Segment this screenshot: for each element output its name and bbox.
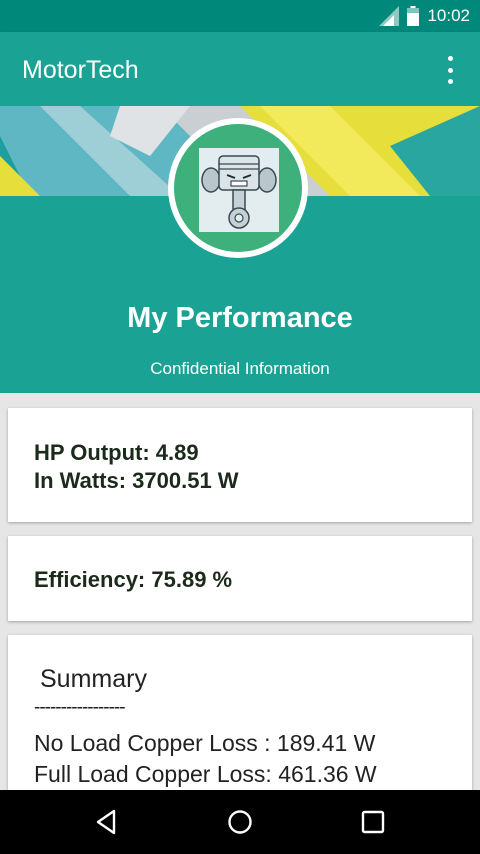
summary-divider: -----------------: [34, 697, 126, 718]
battery-icon: [407, 6, 420, 26]
hp-output-card: HP Output: 4.89 In Watts: 3700.51 W: [8, 408, 472, 522]
home-icon[interactable]: [225, 807, 255, 837]
page-subtitle: Confidential Information: [150, 359, 330, 378]
piston-mascot-icon: [199, 148, 279, 232]
app-title: MotorTech: [22, 56, 139, 84]
page-title: My Performance: [127, 302, 353, 334]
more-vert-icon[interactable]: [438, 56, 462, 84]
efficiency-text: Efficiency: 75.89 %: [34, 567, 233, 592]
full-load-copper-loss: Full Load Copper Loss: 461.36 W: [34, 761, 377, 787]
status-bar: 10:02: [0, 0, 480, 32]
signal-icon: [379, 6, 400, 26]
no-load-copper-loss: No Load Copper Loss : 189.41 W: [34, 730, 376, 756]
profile-avatar: [168, 118, 308, 258]
recents-icon[interactable]: [358, 807, 388, 837]
hp-output-text: HP Output: 4.89: [34, 440, 199, 465]
efficiency-card: Efficiency: 75.89 %: [8, 536, 472, 621]
app-bar: MotorTech: [0, 32, 480, 106]
status-time: 10:02: [427, 6, 470, 25]
watts-text: In Watts: 3700.51 W: [34, 468, 239, 493]
back-icon[interactable]: [92, 807, 122, 837]
navigation-bar: [0, 790, 480, 854]
summary-title: Summary: [40, 665, 147, 693]
